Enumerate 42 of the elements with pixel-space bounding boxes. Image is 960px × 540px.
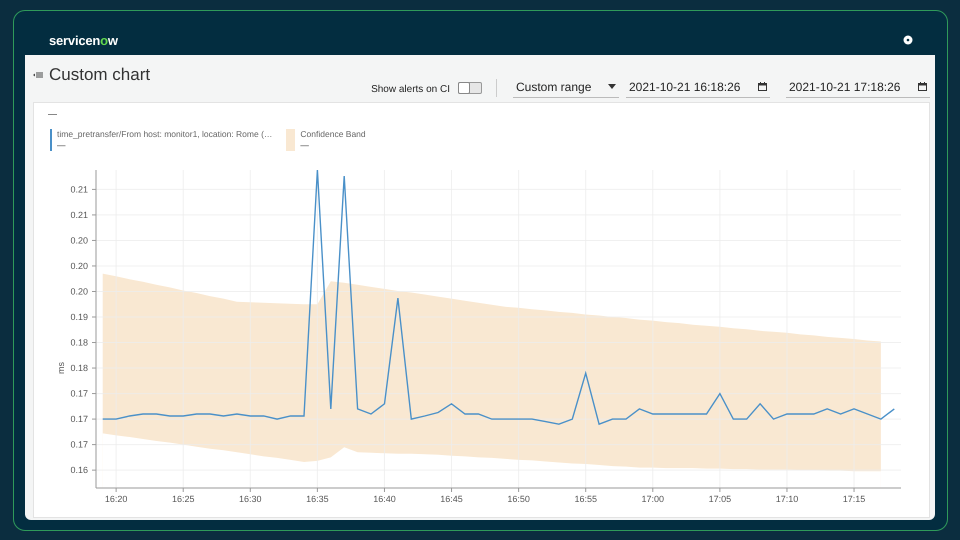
collapse-menu-icon[interactable] [33,72,43,78]
y-tick-label: 0.20 [70,286,88,296]
y-tick-label: 0.17 [70,440,88,450]
servicenow-logo: servicenow [49,32,118,48]
x-tick-label: 16:55 [574,494,597,504]
y-tick-label: 0.16 [70,465,88,476]
end-date-field[interactable]: 2021-10-21 17:18:26 [786,76,930,98]
y-tick-label: 0.18 [70,363,88,374]
caret-icon [608,84,616,89]
y-tick-label: 0.17 [70,388,88,399]
y-tick-label: 0.20 [70,235,88,246]
range-dropdown[interactable]: Custom range [513,76,619,98]
x-tick-label: 17:00 [642,494,664,504]
y-tick-label: 0.18 [70,338,88,348]
x-tick-label: 16:20 [104,494,128,504]
x-tick-label: 16:40 [373,494,396,504]
x-tick-label: 17:15 [842,494,866,504]
start-date-field[interactable]: 2021-10-21 16:18:26 [626,76,770,98]
help-icon[interactable] [903,35,913,45]
x-tick-label: 16:35 [306,494,329,504]
x-tick-label: 16:45 [440,494,463,504]
x-tick-label: 16:30 [239,494,262,504]
legend-dash: — [48,109,57,119]
page-title: Custom chart [49,65,150,85]
y-tick-label: 0.19 [70,312,88,322]
x-tick-label: 17:10 [776,494,798,504]
legend-label[interactable]: Confidence Band [300,129,366,140]
x-tick-label: 16:50 [507,494,530,504]
y-tick-label: 0.21 [70,210,88,220]
y-tick-label: 0.17 [70,414,88,424]
y-tick-label: 0.21 [70,184,88,194]
x-tick-label: 16:25 [172,494,194,504]
legend-value: — [300,140,310,151]
x-tick-label: 17:05 [708,494,732,504]
y-tick-label: 0.20 [70,260,88,271]
legend-label[interactable]: time_pretransfer/From host: monitor1, location: Rome (… [57,129,272,140]
calendar-icon [918,82,927,91]
alerts-toggle[interactable] [458,82,482,94]
y-axis-label: ms [56,362,66,374]
toggle-label: Show alerts on CI [371,84,450,97]
legend-value: — [57,140,66,151]
calendar-icon [758,82,767,91]
